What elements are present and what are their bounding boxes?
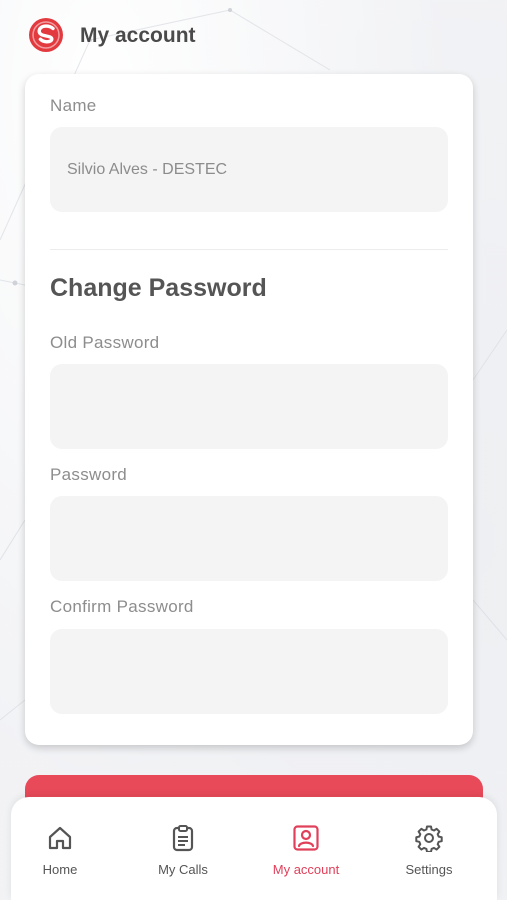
nav-item-my-account[interactable]: My account	[251, 797, 361, 900]
nav-label-home: Home	[42, 862, 78, 877]
password-label: Password	[50, 465, 128, 484]
divider	[50, 249, 448, 250]
confirm-password-label: Confirm Password	[50, 597, 194, 616]
bottom-navigation: Home My Calls My account Settings	[11, 797, 497, 900]
old-password-field[interactable]	[50, 364, 448, 449]
confirm-password-field[interactable]	[50, 629, 448, 714]
name-label: Name	[50, 96, 97, 115]
home-icon	[48, 826, 72, 850]
nav-item-settings[interactable]: Settings	[374, 797, 484, 900]
nav-label-my-account: My account	[272, 862, 340, 877]
app-header: My account	[0, 0, 507, 74]
name-field[interactable]: Silvio Alves - DESTEC	[50, 127, 448, 212]
brand-s-logo-icon	[29, 18, 63, 52]
name-value: Silvio Alves - DESTEC	[67, 160, 228, 178]
clipboard-icon	[172, 825, 194, 852]
password-field[interactable]	[50, 496, 448, 581]
nav-label-my-calls: My Calls	[158, 862, 208, 877]
old-password-label: Old Password	[50, 333, 160, 352]
page-title: My account	[80, 24, 196, 47]
user-icon	[293, 825, 319, 851]
account-form-card: Name Silvio Alves - DESTEC Change Passwo…	[25, 74, 473, 745]
change-password-heading: Change Password	[50, 274, 267, 302]
nav-item-my-calls[interactable]: My Calls	[128, 797, 238, 900]
gear-icon	[415, 825, 443, 852]
nav-item-home[interactable]: Home	[5, 797, 115, 900]
nav-label-settings: Settings	[405, 862, 453, 877]
